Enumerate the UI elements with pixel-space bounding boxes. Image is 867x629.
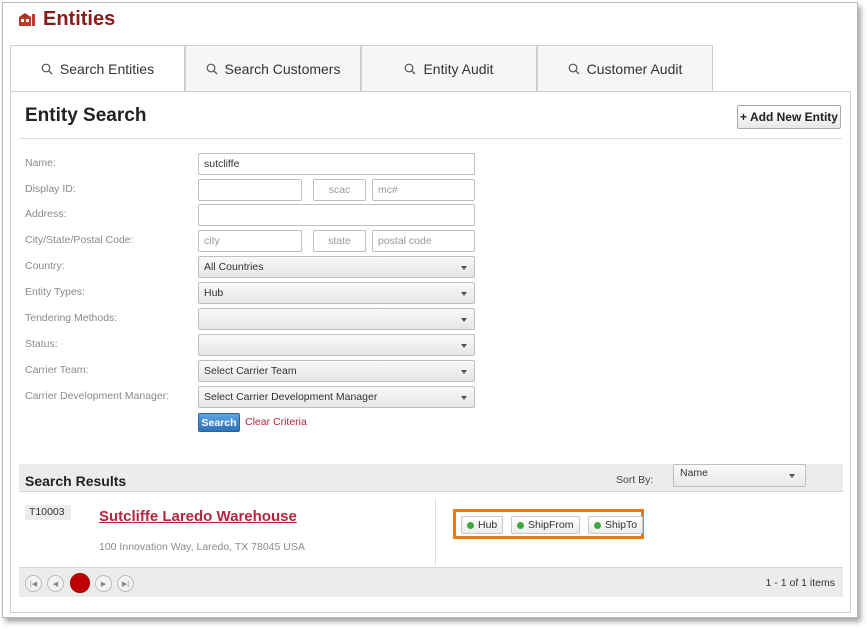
- carrier-team-value: Select Carrier Team: [204, 365, 297, 377]
- country-select[interactable]: All Countries: [198, 256, 475, 278]
- state-input[interactable]: state: [313, 230, 366, 252]
- app-window: Entities Search Entities Search Customer…: [2, 2, 858, 618]
- entity-types-label: Entity Types:: [25, 286, 85, 298]
- sort-by-value: Name: [680, 467, 709, 479]
- search-results-header: Search Results Sort By: Name: [19, 464, 843, 492]
- carrier-dev-manager-label: Carrier Development Manager:: [25, 390, 170, 402]
- sort-by-label: Sort By:: [616, 474, 654, 486]
- chevron-down-icon: [461, 292, 467, 296]
- section-title: Entity Search: [25, 105, 147, 126]
- page-title: Entities: [43, 8, 116, 30]
- search-icon: [41, 63, 53, 74]
- chevron-down-icon: [789, 474, 795, 478]
- entity-id-badge: T10003: [25, 505, 71, 520]
- tab-entity-audit[interactable]: Entity Audit: [361, 45, 537, 91]
- chip-label: ShipTo: [605, 519, 638, 531]
- entity-address: 100 Innovation Way, Laredo, TX 78045 USA: [99, 541, 305, 553]
- carrier-team-label: Carrier Team:: [25, 364, 89, 376]
- clear-criteria-link[interactable]: Clear Criteria: [245, 416, 307, 428]
- mc-number-input[interactable]: mc#: [372, 179, 475, 201]
- tab-label: Entity Audit: [423, 60, 494, 77]
- status-dot-icon: [517, 521, 524, 529]
- entity-types-select[interactable]: Hub: [198, 282, 475, 304]
- tab-label: Customer Audit: [586, 60, 683, 77]
- city-state-postal-label: City/State/Postal Code:: [25, 234, 134, 246]
- name-label: Name:: [25, 157, 56, 169]
- tab-search-entities[interactable]: Search Entities: [10, 45, 185, 91]
- entity-search-panel: Entity Search + Add New Entity Name: sut…: [10, 91, 851, 613]
- next-page-icon[interactable]: ▶: [95, 575, 112, 592]
- chevron-down-icon: [461, 344, 467, 348]
- chevron-down-icon: [461, 266, 467, 270]
- display-id-label: Display ID:: [25, 183, 76, 195]
- address-input[interactable]: [198, 204, 475, 226]
- tab-customer-audit[interactable]: Customer Audit: [537, 45, 713, 91]
- pager: |◀ ◀ 1 ▶ ▶| 1 - 1 of 1 items: [19, 567, 843, 597]
- chip-label: ShipFrom: [528, 519, 574, 531]
- entity-type-chip-hub: Hub: [461, 516, 504, 534]
- tendering-methods-select[interactable]: [198, 308, 475, 330]
- chevron-down-icon: [461, 396, 467, 400]
- name-input[interactable]: sutcliffe: [198, 153, 475, 175]
- search-icon: [206, 63, 217, 74]
- status-dot-icon: [467, 521, 474, 529]
- entities-icon: [19, 13, 35, 26]
- chevron-down-icon: [461, 318, 467, 322]
- previous-page-icon[interactable]: ◀: [47, 575, 64, 592]
- entity-types-highlight: Hub ShipFrom ShipTo: [453, 509, 644, 539]
- search-results-title: Search Results: [25, 473, 127, 489]
- status-dot-icon: [594, 521, 601, 529]
- tab-label: Search Customers: [224, 60, 341, 77]
- first-page-icon[interactable]: |◀: [25, 575, 42, 592]
- country-label: Country:: [25, 260, 65, 272]
- divider: [435, 499, 436, 565]
- tendering-methods-label: Tendering Methods:: [25, 312, 118, 324]
- search-icon: [405, 63, 416, 74]
- app-header: Entities: [3, 3, 857, 37]
- chip-label: Hub: [478, 519, 498, 531]
- search-icon: [568, 63, 580, 74]
- entity-type-chip-shipfrom: ShipFrom: [511, 516, 580, 534]
- current-page-button[interactable]: 1: [70, 573, 90, 593]
- scac-input[interactable]: scac: [313, 179, 366, 201]
- display-id-input[interactable]: [198, 179, 302, 201]
- entity-name-link[interactable]: Sutcliffe Laredo Warehouse: [99, 508, 297, 525]
- postal-code-input[interactable]: postal code: [372, 230, 475, 252]
- add-new-entity-button[interactable]: + Add New Entity: [737, 105, 841, 129]
- tab-search-customers[interactable]: Search Customers: [185, 45, 361, 91]
- carrier-dev-manager-select[interactable]: Select Carrier Development Manager: [198, 386, 475, 408]
- tab-label: Search Entities: [59, 60, 155, 77]
- sort-by-select[interactable]: Name: [673, 464, 806, 487]
- chevron-down-icon: [461, 370, 467, 374]
- entity-types-value: Hub: [204, 287, 224, 299]
- city-input[interactable]: city: [198, 230, 302, 252]
- address-label: Address:: [25, 208, 67, 220]
- carrier-team-select[interactable]: Select Carrier Team: [198, 360, 475, 382]
- status-select[interactable]: [198, 334, 475, 356]
- carrier-dev-manager-value: Select Carrier Development Manager: [204, 391, 378, 403]
- last-page-icon[interactable]: ▶|: [117, 575, 134, 592]
- divider: [19, 138, 842, 139]
- status-label: Status:: [25, 338, 58, 350]
- pager-info: 1 - 1 of 1 items: [765, 577, 835, 589]
- country-value: All Countries: [204, 261, 264, 273]
- search-button[interactable]: Search: [198, 413, 240, 432]
- entity-type-chip-shipto: ShipTo: [588, 516, 644, 534]
